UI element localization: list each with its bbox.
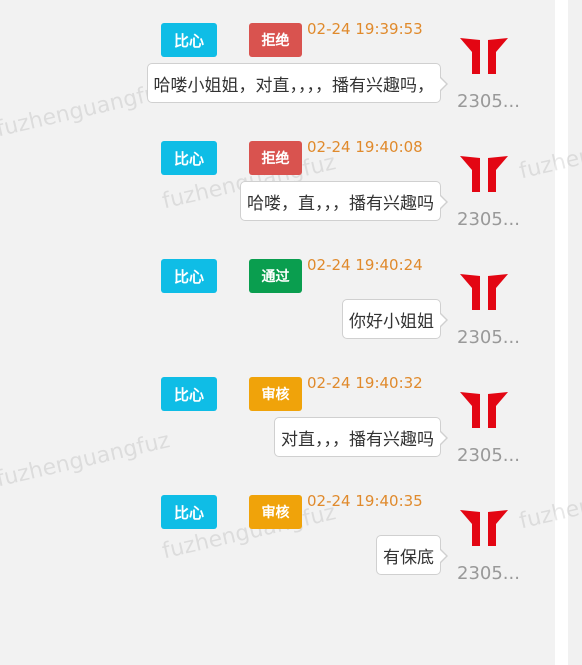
message-text: 有保底 [383, 547, 434, 568]
bubble-arrow [439, 430, 448, 446]
message-timestamp: 02-24 19:40:35 [307, 492, 423, 510]
status-badge[interactable]: 拒绝 [249, 141, 302, 175]
message-timestamp: 02-24 19:39:53 [307, 20, 423, 38]
avatar-logo-icon[interactable] [458, 388, 510, 430]
avatar-logo-icon[interactable] [458, 34, 510, 76]
bubble-arrow [439, 548, 448, 564]
message-bubble: 你好小姐姐 [342, 299, 448, 339]
user-source-tag: 比心 [161, 259, 217, 293]
message-timestamp: 02-24 19:40:24 [307, 256, 423, 274]
user-id[interactable]: 2305... [457, 445, 520, 466]
message-text: 哈喽小姐姐，对直，，，，播有兴趣吗， [153, 75, 435, 96]
avatar-logo-icon[interactable] [458, 152, 510, 194]
chat-message: 比心 审核 02-24 19:40:35 有保底 2305... [0, 472, 555, 590]
message-text: 对直，，，播有兴趣吗 [281, 429, 434, 450]
status-badge[interactable]: 拒绝 [249, 23, 302, 57]
chat-message: 比心 拒绝 02-24 19:39:53 哈喽小姐姐，对直，，，，播有兴趣吗， … [0, 0, 555, 118]
message-timestamp: 02-24 19:40:08 [307, 138, 423, 156]
status-badge[interactable]: 通过 [249, 259, 302, 293]
bubble-arrow [439, 312, 448, 328]
message-bubble: 对直，，，播有兴趣吗 [274, 417, 448, 457]
message-text: 哈喽，直，，，播有兴趣吗 [247, 193, 434, 214]
user-source-tag: 比心 [161, 141, 217, 175]
user-id[interactable]: 2305... [457, 91, 520, 112]
scrollbar-track[interactable] [568, 0, 582, 665]
chat-message: 比心 审核 02-24 19:40:32 对直，，，播有兴趣吗 2305... [0, 354, 555, 472]
user-source-tag: 比心 [161, 495, 217, 529]
user-id[interactable]: 2305... [457, 209, 520, 230]
user-source-tag: 比心 [161, 377, 217, 411]
message-timestamp: 02-24 19:40:32 [307, 374, 423, 392]
message-bubble: 有保底 [376, 535, 448, 575]
user-id[interactable]: 2305... [457, 327, 520, 348]
message-bubble: 哈喽小姐姐，对直，，，，播有兴趣吗， [146, 63, 448, 103]
bubble-arrow [439, 76, 448, 92]
status-badge[interactable]: 审核 [249, 377, 302, 411]
user-id[interactable]: 2305... [457, 563, 520, 584]
message-text: 你好小姐姐 [349, 311, 434, 332]
avatar-logo-icon[interactable] [458, 270, 510, 312]
user-source-tag: 比心 [161, 23, 217, 57]
bubble-arrow [439, 194, 448, 210]
avatar-logo-icon[interactable] [458, 506, 510, 548]
message-bubble: 哈喽，直，，，播有兴趣吗 [240, 181, 448, 221]
chat-message: 比心 拒绝 02-24 19:40:08 哈喽，直，，，播有兴趣吗 2305..… [0, 118, 555, 236]
status-badge[interactable]: 审核 [249, 495, 302, 529]
content-right-margin [555, 0, 568, 665]
chat-message: 比心 通过 02-24 19:40:24 你好小姐姐 2305... [0, 236, 555, 354]
